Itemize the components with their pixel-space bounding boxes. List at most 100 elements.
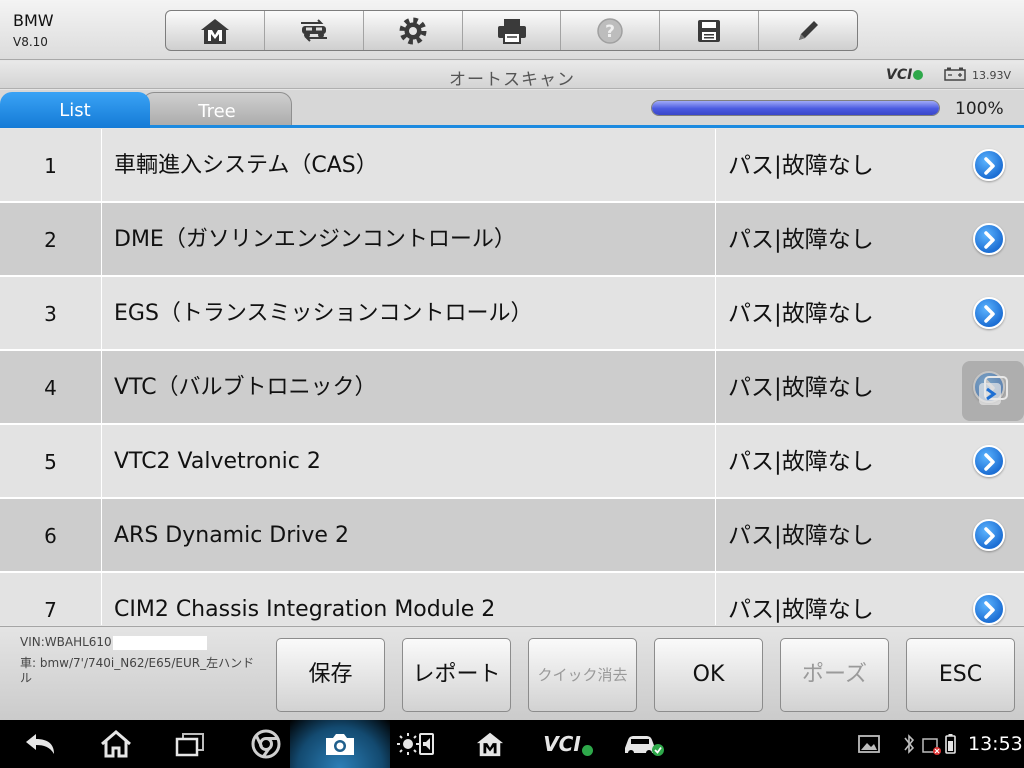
vin-redaction <box>112 635 207 650</box>
vci-connected-icon <box>913 70 924 80</box>
brand-name: BMW <box>13 11 54 30</box>
esc-button[interactable]: ESC <box>906 638 1015 712</box>
chevron-right-icon <box>984 305 995 323</box>
system-nav-bar: VCI 13:53 <box>0 720 1024 768</box>
system-name: VTC2 Valvetronic 2 <box>103 425 716 497</box>
scan-status: パス|故障なし <box>728 153 874 179</box>
report-button[interactable]: レポート <box>402 638 511 712</box>
diagnostics-home-app[interactable] <box>468 720 512 768</box>
vci-nav-label: VCI <box>543 732 581 756</box>
ok-button[interactable]: OK <box>654 638 763 712</box>
gear-icon <box>399 17 427 44</box>
row-number: 6 <box>0 499 102 571</box>
floating-screenshot-button[interactable] <box>962 361 1024 421</box>
camera-icon <box>326 734 354 755</box>
brightness-volume-icon <box>397 733 434 755</box>
table-row[interactable]: 7 CIM2 Chassis Integration Module 2 パス|故障な… <box>0 573 1024 625</box>
home-m-icon <box>200 18 229 44</box>
system-clock: 13:53 <box>968 733 1023 755</box>
system-list: 1 車輌進入システム（CAS） パス|故障なし 2 DME（ガソリンエンジンコントロール… <box>0 129 1024 625</box>
row-number: 1 <box>0 129 102 201</box>
chevron-right-icon <box>984 231 995 249</box>
display-settings-app[interactable] <box>394 720 438 768</box>
save-button[interactable]: 保存 <box>276 638 385 712</box>
system-name: DME（ガソリンエンジンコントロール） <box>103 203 716 275</box>
save-data-button[interactable] <box>660 11 760 50</box>
main-toolbar: ? <box>165 10 858 51</box>
scan-status: パス|故障なし <box>728 375 874 401</box>
vehicle-swap-button[interactable] <box>265 11 364 50</box>
save-disk-icon <box>698 19 721 42</box>
system-name: 車輌進入システム（CAS） <box>103 129 716 201</box>
vci-app[interactable]: VCI <box>540 720 596 768</box>
system-name: EGS（トランスミッションコントロール） <box>103 277 716 349</box>
help-icon: ? <box>597 17 624 44</box>
system-name: VTC（バルブトロニック） <box>103 351 716 423</box>
home-nav-button[interactable] <box>94 720 138 768</box>
recent-apps-icon <box>175 733 204 757</box>
scan-status: パス|故障なし <box>728 597 874 623</box>
image-icon <box>858 735 880 753</box>
open-system-button[interactable] <box>973 297 1005 329</box>
row-number: 3 <box>0 277 102 349</box>
battery-voltage: 13.93V <box>972 69 1012 82</box>
table-row[interactable]: 6 ARS Dynamic Drive 2 パス|故障なし <box>0 499 1024 573</box>
tab-list[interactable]: List <box>0 92 150 128</box>
edit-button[interactable] <box>759 11 857 50</box>
recent-apps-button[interactable] <box>168 720 212 768</box>
pause-button[interactable]: ポーズ <box>780 638 889 712</box>
top-bar: BMW V8.10 ? <box>0 0 1024 60</box>
chevron-right-icon <box>984 157 995 175</box>
scan-progress-fill <box>652 101 939 115</box>
chevron-right-icon <box>984 601 995 619</box>
open-system-button[interactable] <box>973 519 1005 551</box>
table-row[interactable]: 1 車輌進入システム（CAS） パス|故障なし <box>0 129 1024 203</box>
scan-progress-percent: 100% <box>955 99 1004 119</box>
vin-text: VIN:WBAHL610 <box>20 635 112 649</box>
status-icons <box>900 720 964 768</box>
table-row[interactable]: 3 EGS（トランスミッションコントロール） パス|故障なし <box>0 277 1024 351</box>
vci-status: VCI <box>886 67 924 83</box>
pencil-icon <box>799 20 819 40</box>
chevron-right-icon <box>984 527 995 545</box>
home-icon <box>101 730 131 758</box>
print-button[interactable] <box>463 11 562 50</box>
floating-overlay-icon <box>979 376 1008 405</box>
vehicle-path: 車: bmw/7'/740i_N62/E65/EUR_左ハンドル <box>20 656 255 685</box>
car-battery-icon <box>944 67 966 81</box>
table-row[interactable]: 5 VTC2 Valvetronic 2 パス|故障なし <box>0 425 1024 499</box>
table-row[interactable]: 2 DME（ガソリンエンジンコントロール） パス|故障なし <box>0 203 1024 277</box>
system-name: CIM2 Chassis Integration Module 2 <box>103 573 716 625</box>
vci-nav-check-icon <box>581 744 593 756</box>
quick-clear-button[interactable]: クイック消去 <box>528 638 637 712</box>
open-system-button[interactable] <box>973 445 1005 477</box>
scan-progress-bar <box>651 100 940 116</box>
open-system-button[interactable] <box>973 593 1005 625</box>
tab-tree[interactable]: Tree <box>142 92 292 128</box>
chrome-app[interactable] <box>244 720 288 768</box>
camera-app[interactable] <box>318 720 362 768</box>
open-system-button[interactable] <box>973 149 1005 181</box>
chevron-right-icon <box>984 453 995 471</box>
open-system-button[interactable] <box>973 223 1005 255</box>
vci-label: VCI <box>886 67 913 83</box>
vehicle-app[interactable] <box>620 720 666 768</box>
help-button[interactable]: ? <box>561 11 661 50</box>
back-arrow-icon <box>26 734 54 754</box>
bluetooth-battery-icon <box>904 734 956 755</box>
home-button[interactable] <box>166 11 265 50</box>
software-version: V8.10 <box>13 35 48 49</box>
back-button[interactable] <box>18 720 62 768</box>
gallery-notification <box>856 720 882 768</box>
scan-status: パス|故障なし <box>728 523 874 549</box>
settings-button[interactable] <box>364 11 463 50</box>
vehicle-info: VIN:WBAHL610 車: bmw/7'/740i_N62/E65/EUR_… <box>20 635 260 686</box>
tab-bar: Tree List 100% <box>0 90 1024 128</box>
svg-text:?: ? <box>605 22 615 42</box>
table-row[interactable]: 4 VTC（バルブトロニック） パス|故障なし <box>0 351 1024 425</box>
scan-status: パス|故障なし <box>728 227 874 253</box>
scan-status: パス|故障なし <box>728 301 874 327</box>
title-bar: オートスキャン VCI 13.93V <box>0 61 1024 90</box>
home-m-nav-icon <box>476 732 504 757</box>
row-number: 7 <box>0 573 102 625</box>
